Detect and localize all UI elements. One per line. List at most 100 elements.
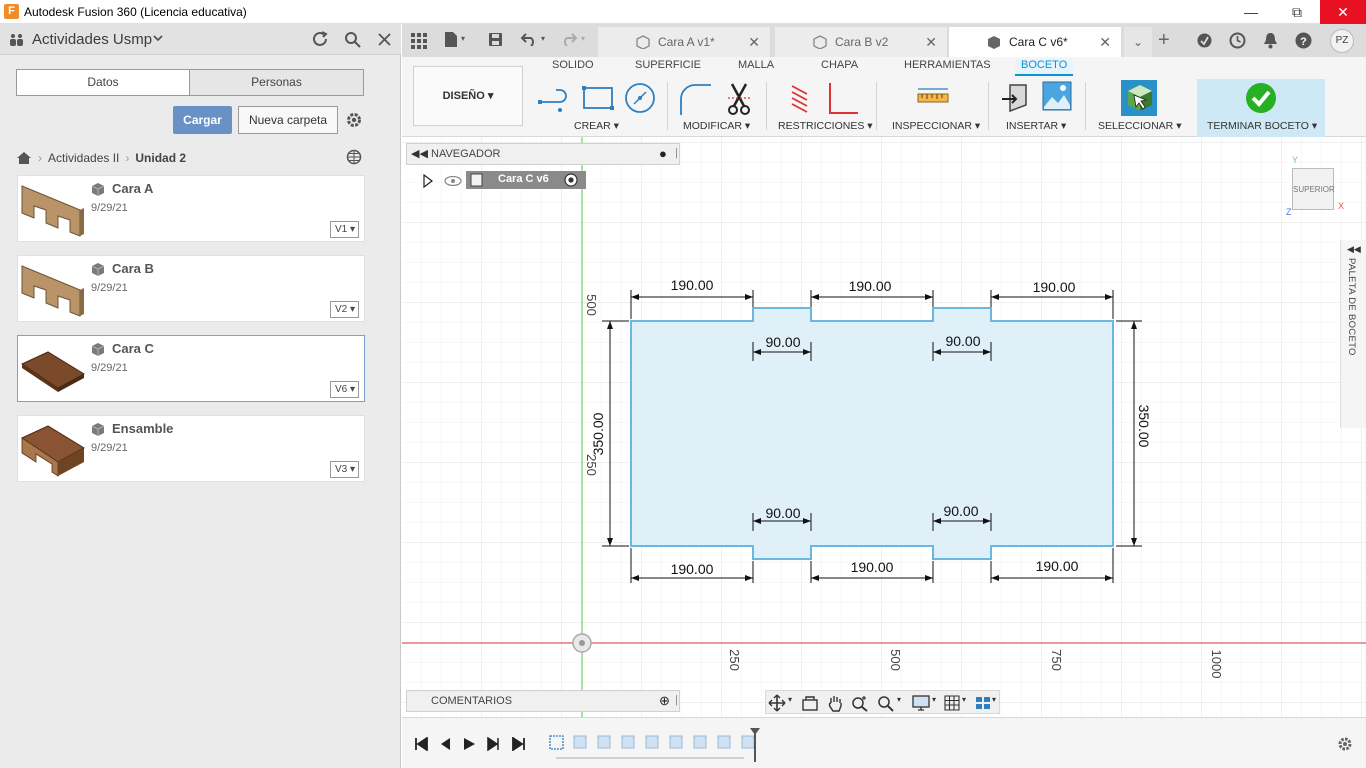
checkmark-icon[interactable]: [1245, 82, 1277, 114]
trim-scissors-icon[interactable]: [726, 82, 752, 116]
fit-icon[interactable]: [877, 694, 895, 712]
tab-datos[interactable]: Datos: [16, 69, 190, 96]
upload-button[interactable]: Cargar: [173, 106, 232, 134]
version-badge[interactable]: V3 ▾: [330, 461, 359, 478]
file-card-ensamble[interactable]: Ensamble 9/29/21 V3 ▾: [17, 415, 365, 482]
redo-menu-caret[interactable]: ▾: [581, 34, 585, 43]
undo-icon[interactable]: [520, 32, 538, 46]
minimize-browser-icon[interactable]: ●: [659, 146, 667, 161]
select-tool-icon[interactable]: [1120, 79, 1158, 117]
job-status-icon[interactable]: [1196, 32, 1213, 49]
close-window-button[interactable]: ✕: [1320, 0, 1366, 24]
version-badge[interactable]: V1 ▾: [330, 221, 359, 238]
search-icon[interactable]: [344, 31, 361, 48]
add-comment-icon[interactable]: ⊕: [659, 693, 670, 709]
help-icon[interactable]: ?: [1295, 32, 1312, 49]
new-folder-button[interactable]: Nueva carpeta: [238, 106, 338, 134]
minimize-button[interactable]: —: [1228, 0, 1274, 24]
group-seleccionar[interactable]: SELECCIONAR ▾: [1098, 120, 1181, 132]
perpendicular-constraint-icon[interactable]: [826, 81, 860, 115]
close-tab-icon[interactable]: ✕: [925, 34, 937, 51]
timeline-settings-gear-icon[interactable]: [1337, 736, 1353, 752]
sketch-palette-panel[interactable]: ◀◀ PALETA DE BOCETO: [1340, 240, 1366, 428]
ribbon-tab-chapa[interactable]: CHAPA: [821, 59, 858, 71]
circle-tool-icon[interactable]: [624, 82, 656, 114]
insert-derive-icon[interactable]: [1000, 81, 1032, 113]
dimension-bottom-tab-2[interactable]: 90.00: [943, 503, 978, 519]
play-icon[interactable]: [462, 737, 476, 751]
restore-button[interactable]: ⧉: [1274, 0, 1320, 24]
file-icon[interactable]: [444, 31, 458, 48]
browser-resize-handle[interactable]: |: [675, 147, 678, 159]
line-tool-icon[interactable]: [538, 84, 572, 114]
dimension-bottom-width-1[interactable]: 190.00: [671, 561, 714, 577]
group-modificar[interactable]: MODIFICAR ▾: [683, 120, 750, 132]
app-grid-icon[interactable]: [411, 33, 427, 49]
dimension-height-right[interactable]: 350.00: [1136, 405, 1152, 448]
viewcube[interactable]: SUPERIOR: [1292, 168, 1335, 210]
globe-icon[interactable]: [346, 149, 362, 165]
dimension-bottom-width-3[interactable]: 190.00: [1036, 558, 1079, 574]
workspace-switcher[interactable]: DISEÑO ▾: [413, 66, 523, 126]
zoom-caret[interactable]: ▾: [897, 695, 901, 704]
browser-root-node[interactable]: Cara C v6: [406, 170, 586, 192]
dimension-top-width-2[interactable]: 190.00: [849, 278, 892, 294]
tab-overflow-button[interactable]: ⌄: [1124, 27, 1152, 57]
design-canvas[interactable]: 190.00 190.00 190.00 90.00 90.00 90.00 9…: [402, 137, 1366, 717]
dimension-top-tab-1[interactable]: 90.00: [765, 334, 800, 350]
ribbon-tab-malla[interactable]: MALLA: [738, 59, 774, 71]
dimension-bottom-width-2[interactable]: 190.00: [851, 559, 894, 575]
refresh-icon[interactable]: [312, 31, 329, 48]
group-crear[interactable]: CREAR ▾: [574, 120, 619, 132]
version-badge[interactable]: V6 ▾: [330, 381, 359, 398]
viewcube-face[interactable]: SUPERIOR: [1293, 185, 1335, 194]
expand-palette-icon[interactable]: ◀◀: [1347, 244, 1361, 255]
zoom-icon[interactable]: [851, 694, 869, 712]
measure-tool-icon[interactable]: [917, 87, 949, 107]
eye-icon[interactable]: [444, 176, 462, 186]
tab-cara-b[interactable]: Cara B v2 ✕: [775, 27, 947, 57]
group-inspeccionar[interactable]: INSPECCIONAR ▾: [892, 120, 980, 132]
expand-arrow-icon[interactable]: [423, 174, 433, 188]
close-panel-icon[interactable]: [377, 32, 392, 47]
activate-radio-icon[interactable]: [564, 173, 578, 187]
clock-icon[interactable]: [1229, 32, 1246, 49]
new-tab-button[interactable]: +: [1158, 30, 1170, 50]
gear-icon[interactable]: [345, 111, 363, 129]
orbit-caret[interactable]: ▾: [788, 695, 792, 704]
tab-cara-a[interactable]: Cara A v1* ✕: [598, 27, 770, 57]
user-avatar[interactable]: PZ: [1330, 29, 1354, 53]
sketch-profile[interactable]: [630, 307, 1114, 560]
coincident-constraint-icon[interactable]: [789, 84, 811, 114]
step-back-icon[interactable]: [438, 737, 452, 751]
group-restricciones[interactable]: RESTRICCIONES ▾: [778, 120, 873, 132]
save-icon[interactable]: [488, 32, 503, 47]
tab-cara-c[interactable]: Cara C v6* ✕: [949, 27, 1121, 57]
bell-icon[interactable]: [1263, 32, 1278, 49]
orbit-icon[interactable]: [768, 694, 786, 712]
file-menu-caret[interactable]: ▾: [461, 34, 465, 43]
look-at-icon[interactable]: [802, 695, 818, 711]
group-insertar[interactable]: INSERTAR ▾: [1006, 120, 1066, 132]
file-card-cara-b[interactable]: Cara B 9/29/21 V2 ▾: [17, 255, 365, 322]
fillet-tool-icon[interactable]: [677, 81, 711, 115]
ribbon-tab-boceto[interactable]: BOCETO: [1015, 59, 1074, 76]
undo-menu-caret[interactable]: ▾: [541, 34, 545, 43]
dimension-top-width-3[interactable]: 190.00: [1033, 279, 1076, 295]
sketch-viewport[interactable]: 190.00 190.00 190.00 90.00 90.00 90.00 9…: [402, 137, 1366, 717]
tab-personas[interactable]: Personas: [189, 69, 364, 96]
breadcrumb-item-actividades[interactable]: Actividades II: [48, 151, 119, 165]
dimension-top-tab-2[interactable]: 90.00: [945, 333, 980, 349]
insert-canvas-icon[interactable]: [1042, 81, 1072, 111]
ribbon-tab-herramientas[interactable]: HERRAMIENTAS: [904, 59, 991, 71]
ribbon-tab-superficie[interactable]: SUPERFICIE: [635, 59, 701, 71]
version-badge[interactable]: V2 ▾: [330, 301, 359, 318]
grid-settings-icon[interactable]: [944, 695, 960, 711]
collapse-browser-icon[interactable]: ◀◀: [411, 147, 428, 160]
comments-resize-handle[interactable]: |: [675, 694, 678, 706]
viewports-caret[interactable]: ▾: [992, 695, 996, 704]
file-card-cara-c[interactable]: Cara C 9/29/21 V6 ▾: [17, 335, 365, 402]
display-settings-icon[interactable]: [912, 695, 930, 711]
ribbon-tab-solido[interactable]: SOLIDO: [552, 59, 594, 71]
file-card-cara-a[interactable]: Cara A 9/29/21 V1 ▾: [17, 175, 365, 242]
